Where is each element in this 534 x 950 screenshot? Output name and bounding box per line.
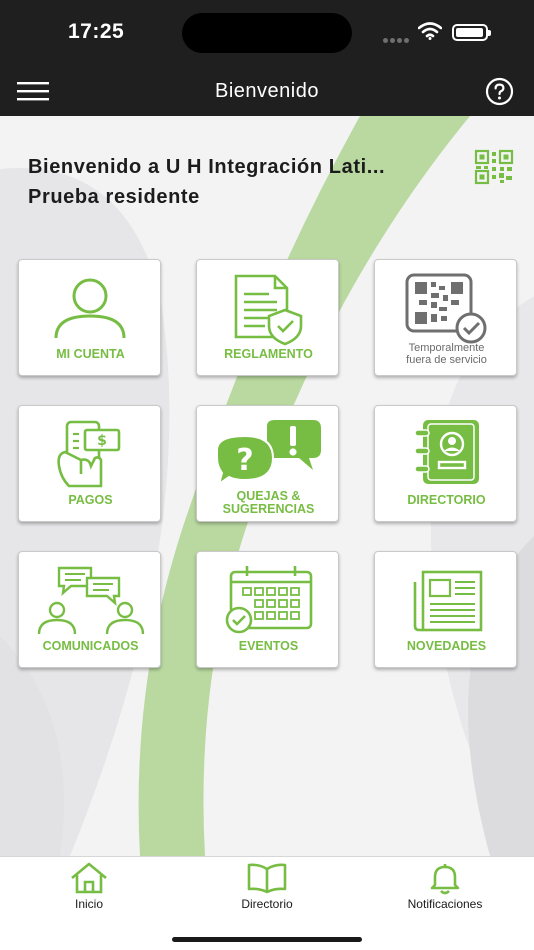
newspaper-icon <box>413 570 483 632</box>
address-book-icon <box>414 420 479 484</box>
directorio-label: DIRECTORIO <box>407 493 486 507</box>
book-icon <box>247 863 287 894</box>
payment-icon: $ <box>57 420 121 488</box>
directorio-tile[interactable]: DIRECTORIO <box>374 405 517 522</box>
tab-notificaciones-label: Notificaciones <box>407 897 483 911</box>
pagos-tile[interactable]: $ PAGOS <box>18 405 161 522</box>
calendar-icon <box>225 566 313 634</box>
quejas-label-line2: SUGERENCIAS <box>222 502 315 516</box>
signal-icon <box>383 30 411 48</box>
pagos-label: PAGOS <box>68 493 113 507</box>
novedades-tile[interactable]: NOVEDADES <box>374 551 517 668</box>
svg-text:$: $ <box>97 433 107 449</box>
qr-scan-disabled-icon <box>405 273 487 344</box>
comunicados-tile[interactable]: COMUNICADOS <box>18 551 161 668</box>
wifi-icon <box>418 22 442 40</box>
welcome-line-user: Prueba residente <box>28 186 200 208</box>
tab-directorio-label: Directorio <box>241 897 293 911</box>
welcome-message: Bienvenido a U H Integración Lati... Pru… <box>28 152 448 212</box>
people-chat-icon <box>37 566 145 635</box>
eventos-label: EVENTOS <box>238 639 299 653</box>
reglamento-tile[interactable]: REGLAMENTO <box>196 259 339 376</box>
quejas-sugerencias-label: QUEJAS & SUGERENCIAS <box>197 490 340 516</box>
rules-document-icon <box>234 274 303 346</box>
novedades-label: NOVEDADES <box>406 639 487 653</box>
qr-access-status-line1: Temporalmente <box>408 342 485 354</box>
battery-icon <box>452 24 491 41</box>
svg-text:?: ? <box>236 443 253 478</box>
tab-notificaciones[interactable]: Notificaciones <box>356 857 534 927</box>
mi-cuenta-label: MI CUENTA <box>56 347 125 361</box>
eventos-tile[interactable]: EVENTOS <box>196 551 339 668</box>
status-bar: 17:25 <box>0 0 534 66</box>
bell-icon <box>430 864 460 895</box>
tab-directorio[interactable]: Directorio <box>178 857 356 927</box>
nav-bar: Bienvenido <box>0 66 534 116</box>
welcome-line-community: Bienvenido a U H Integración Lati... <box>28 156 386 178</box>
qr-access-status-line2: fuera de servicio <box>406 354 487 366</box>
qr-access-tile[interactable]: Temporalmente fuera de servicio <box>374 259 517 376</box>
tab-inicio-label: Inicio <box>74 897 103 911</box>
home-indicator <box>172 937 362 942</box>
qr-code-icon[interactable] <box>473 149 515 185</box>
quejas-sugerencias-tile[interactable]: ? QUEJAS & SUGERENCIAS <box>196 405 339 522</box>
bottom-tab-bar: Inicio Directorio Notificaciones <box>0 856 534 950</box>
dynamic-island <box>182 13 352 53</box>
page-title: Bienvenido <box>215 80 319 102</box>
reglamento-label: REGLAMENTO <box>224 347 313 361</box>
home-icon <box>71 862 107 894</box>
home-content: Bienvenido a U H Integración Lati... Pru… <box>0 116 534 856</box>
question-exclamation-icon: ? <box>216 420 321 487</box>
tab-inicio[interactable]: Inicio <box>0 857 178 927</box>
status-time: 17:25 <box>68 20 125 43</box>
comunicados-label: COMUNICADOS <box>42 639 139 653</box>
user-icon <box>54 278 126 339</box>
help-icon[interactable] <box>485 77 514 106</box>
mi-cuenta-tile[interactable]: MI CUENTA <box>18 259 161 376</box>
qr-access-label: Temporalmente fuera de servicio <box>375 342 518 366</box>
